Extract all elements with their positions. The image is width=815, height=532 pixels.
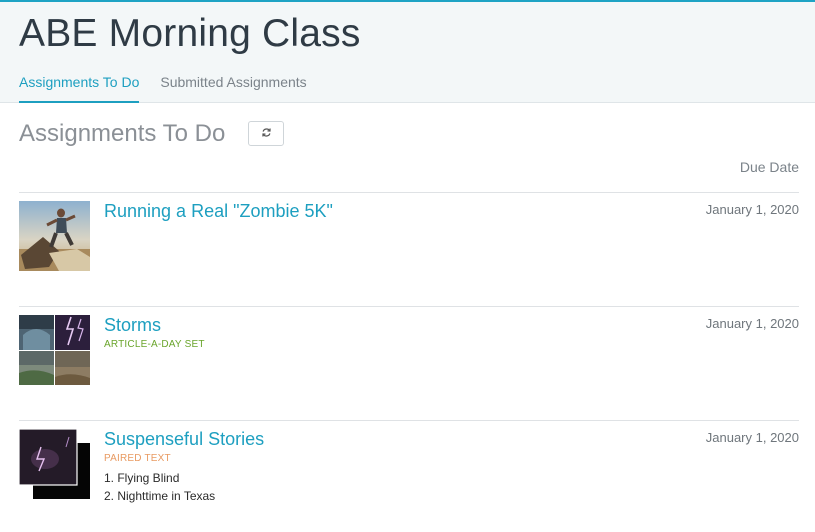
due-date: January 1, 2020 <box>705 430 799 445</box>
tab-assignments-to-do[interactable]: Assignments To Do <box>19 74 140 103</box>
assignment-row: Suspenseful Stories PAIRED TEXT 1. Flyin… <box>19 420 799 532</box>
assignment-row: Running a Real "Zombie 5K" January 1, 20… <box>19 192 799 306</box>
paired-text-list: 1. Flying Blind 2. Nighttime in Texas <box>104 469 215 505</box>
tab-submitted-assignments[interactable]: Submitted Assignments <box>160 74 306 103</box>
night-lightning-thumbnail[interactable] <box>19 429 90 499</box>
assignment-title-link[interactable]: Running a Real "Zombie 5K" <box>104 201 333 222</box>
refresh-button[interactable] <box>248 121 284 146</box>
assignment-type-tag: ARTICLE-A-DAY SET <box>104 339 205 350</box>
assignment-title-link[interactable]: Storms <box>104 315 161 336</box>
assignment-title-link[interactable]: Suspenseful Stories <box>104 429 264 450</box>
due-date: January 1, 2020 <box>705 316 799 331</box>
list-item: 2. Nighttime in Texas <box>104 489 216 503</box>
assignment-type-tag: PAIRED TEXT <box>104 453 171 464</box>
refresh-icon <box>261 125 272 143</box>
list-item: 1. Flying Blind <box>104 471 180 485</box>
storm-collage-thumbnail[interactable] <box>19 315 90 385</box>
runner-photo-thumbnail[interactable] <box>19 201 90 271</box>
class-header: ABE Morning Class Assignments To Do Subm… <box>0 2 815 103</box>
section-title: Assignments To Do <box>19 120 226 147</box>
tab-bar: Assignments To Do Submitted Assignments <box>19 74 328 103</box>
due-date: January 1, 2020 <box>705 202 799 217</box>
due-date-column-header: Due Date <box>739 159 799 175</box>
class-title: ABE Morning Class <box>19 12 361 55</box>
assignment-row: Storms ARTICLE-A-DAY SET January 1, 2020 <box>19 306 799 420</box>
